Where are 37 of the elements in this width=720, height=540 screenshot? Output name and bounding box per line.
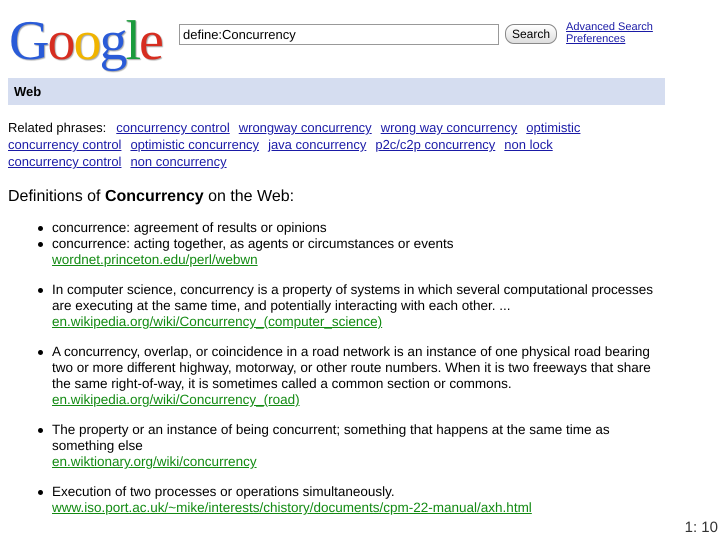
related-link[interactable]: concurrency control bbox=[8, 153, 122, 170]
source-link[interactable]: wordnet.princeton.edu/perl/webwn bbox=[52, 252, 258, 268]
definition-text: concurrence: acting together, as agents or circumstances or events bbox=[52, 236, 454, 252]
related-link[interactable]: non concurrency bbox=[130, 153, 227, 170]
header-link[interactable]: Advanced Search bbox=[566, 21, 653, 33]
source-link[interactable]: www.iso.port.ac.uk/~mike/interests/chistory/documents/cpm-22-manual/axh.html bbox=[52, 500, 532, 516]
related-link[interactable]: p2c/c2p concurrency bbox=[375, 136, 496, 153]
definition-text: The property or an instance of being concurrent; something that happens at the same time as something else bbox=[52, 422, 611, 454]
header-link[interactable]: Preferences bbox=[566, 33, 653, 45]
source-link[interactable]: en.wikipedia.org/wiki/Concurrency_(road) bbox=[52, 392, 300, 408]
bullet-dot bbox=[38, 490, 43, 495]
bullet-dot bbox=[38, 242, 43, 247]
related-link[interactable]: wrongway concurrency bbox=[238, 119, 372, 136]
logo: Google bbox=[9, 13, 163, 69]
related-link[interactable]: non lock bbox=[504, 136, 553, 153]
definition-text: Execution of two processes or operations simultaneously. bbox=[52, 484, 395, 500]
bullet-dot bbox=[38, 350, 43, 355]
bullet-dot bbox=[38, 226, 43, 231]
related-link[interactable]: wrong way concurrency bbox=[380, 119, 518, 136]
definitions-heading: Definitions of Concurrency on the Web: bbox=[8, 188, 296, 206]
source-link[interactable]: en.wikipedia.org/wiki/Concurrency_(computer_science) bbox=[52, 314, 382, 330]
source-link[interactable]: en.wiktionary.org/wiki/concurrency bbox=[52, 454, 257, 470]
definition-text: concurrence: agreement of results or opinions bbox=[52, 220, 327, 236]
definition-text: In computer science, concurrency is a property of systems in which several computational processes are executing at the same time, and potentially interacting with each other. ... bbox=[52, 282, 654, 314]
bullet-dot bbox=[38, 288, 43, 293]
related-link[interactable]: concurrency control bbox=[8, 136, 122, 153]
search-field[interactable]: define:Concurrency bbox=[179, 24, 499, 44]
related-link[interactable]: concurrency control bbox=[116, 119, 230, 136]
search-button[interactable]: Search bbox=[505, 24, 558, 44]
related-link[interactable]: optimistic concurrency bbox=[130, 136, 260, 153]
related-label: Related phrases: bbox=[8, 119, 106, 136]
slide-number: 1: 10 bbox=[684, 519, 718, 536]
definition-text: A concurrency, overlap, or coincidence in a road network is an instance of one physical road bearing two or more different highway, motorway, or other route numbers. When it is two freeways that share the same right-of-way, it is sometimes called a common section or commons. bbox=[52, 344, 652, 392]
related-link[interactable]: optimistic bbox=[526, 119, 580, 136]
section-bar: Web bbox=[8, 78, 665, 105]
bullet-dot bbox=[38, 428, 43, 433]
related-link[interactable]: java concurrency bbox=[268, 136, 366, 153]
